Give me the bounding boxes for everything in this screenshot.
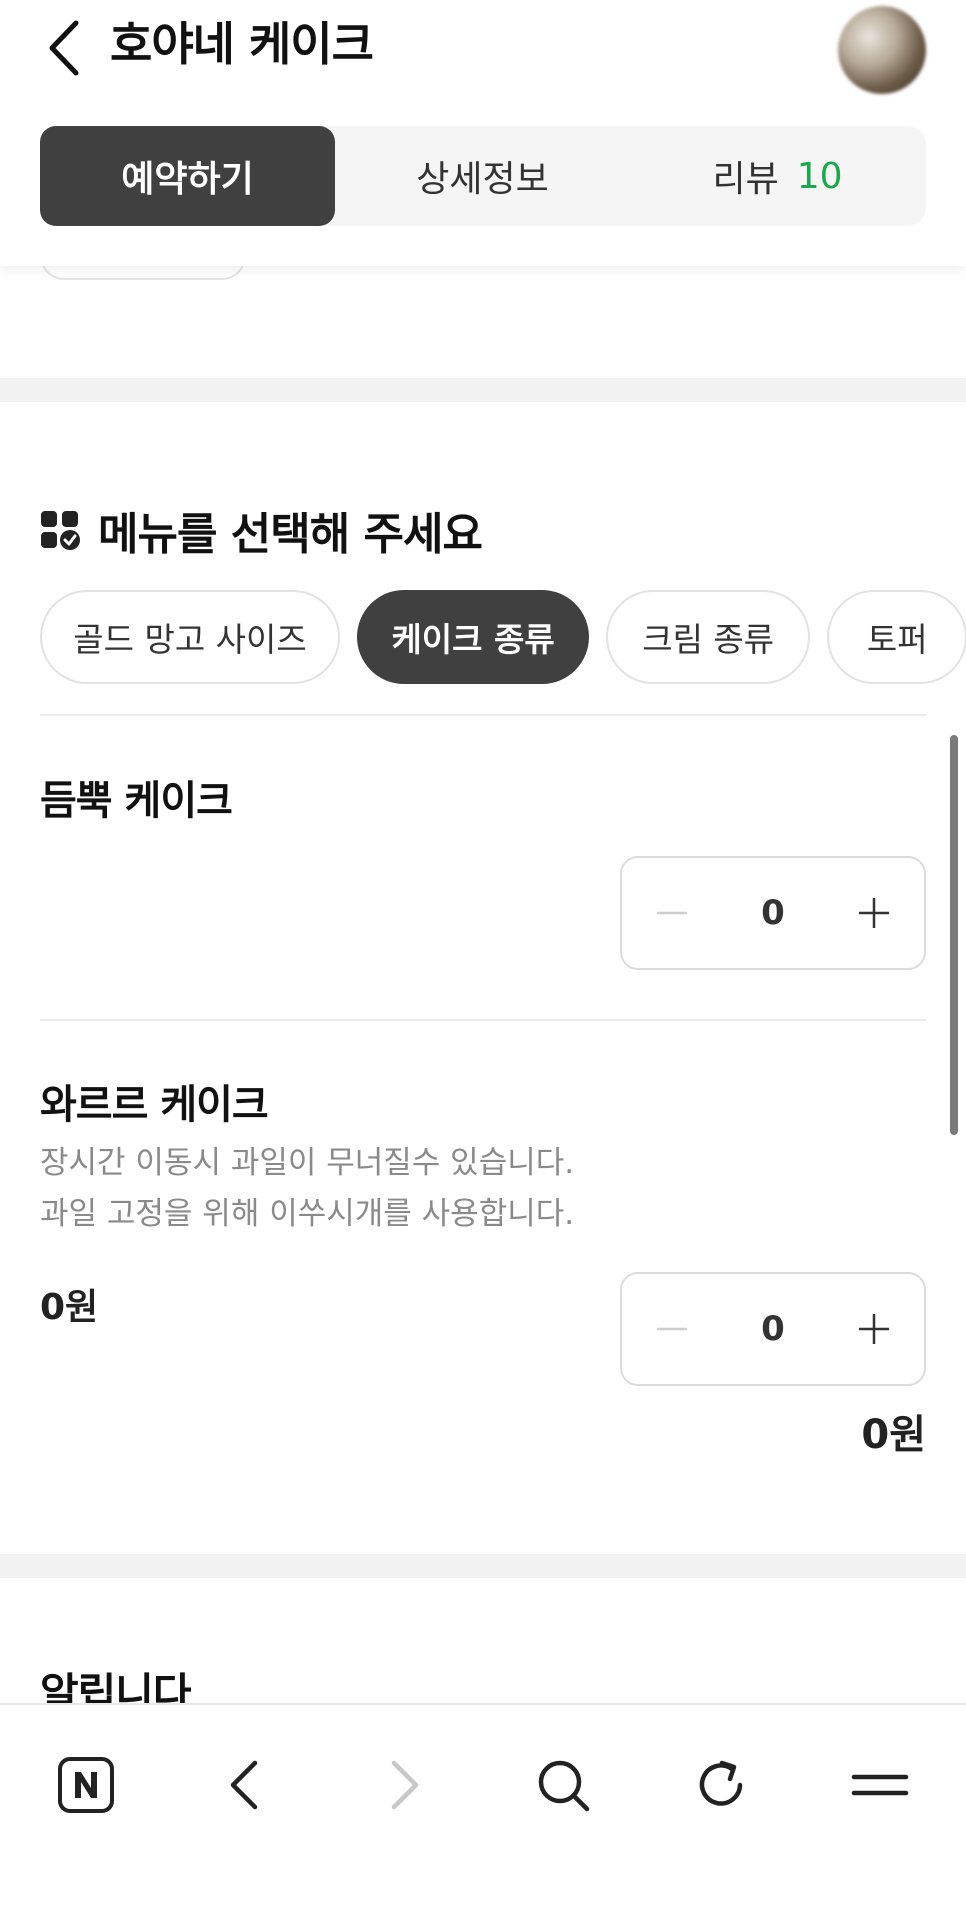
category-chips: 골드 망고 사이즈 케이크 종류 크림 종류 토퍼 [40,590,966,686]
shop-title: 호야네 케이크 [110,17,374,71]
hamburger-menu-icon [851,1774,909,1796]
increase-button[interactable] [824,858,924,968]
plus-icon [859,1314,889,1344]
shop-avatar[interactable] [838,6,926,94]
search-button[interactable] [513,1735,613,1835]
decrease-button[interactable] [622,858,722,968]
review-count: 10 [796,155,843,197]
item-total: 0원 [861,1412,926,1458]
decrease-button[interactable] [622,1274,722,1384]
quantity-stepper: 0 [620,856,926,970]
chevron-left-icon [49,20,79,76]
nav-back-button[interactable] [195,1735,295,1835]
tab-label: 상세정보 [416,159,549,200]
search-icon [538,1760,590,1812]
tab-details[interactable]: 상세정보 [335,126,630,226]
nav-forward-icon [391,1760,419,1810]
page: 호야네 케이크 예약하기 상세정보 리뷰 10 메뉴를 선택해 주세요 골드 망… [0,0,966,1908]
tab-label: 예약하기 [121,159,254,200]
menu-grid-check-icon [41,511,80,550]
scrollbar[interactable] [950,735,958,1135]
tab-reservation[interactable]: 예약하기 [40,126,335,226]
menu-section-title-text: 메뉴를 선택해 주세요 [98,509,483,560]
list-divider [40,1019,926,1021]
quantity-value: 0 [761,893,785,933]
naver-home-button[interactable] [36,1735,136,1835]
chip-gold-mango-size[interactable]: 골드 망고 사이즈 [40,590,340,684]
item-description: 과일 고정을 위해 이쑤시개를 사용합니다. [40,1196,575,1232]
chip-label: 토퍼 [866,620,928,659]
item-price: 0원 [40,1287,99,1328]
browser-bottom-nav [0,1703,966,1908]
top-bar: 호야네 케이크 [0,0,966,100]
chip-cake-type[interactable]: 케이크 종류 [357,590,590,684]
item-name: 듬뿍 케이크 [40,778,233,824]
hamburger-menu-button[interactable] [830,1735,930,1835]
list-divider [40,714,926,716]
tab-bar: 예약하기 상세정보 리뷰 10 [0,100,966,266]
minus-icon [657,1327,687,1331]
item-description: 장시간 이동시 과일이 무너질수 있습니다. [40,1145,575,1181]
quantity-value: 0 [761,1309,785,1349]
quantity-stepper: 0 [620,1272,926,1386]
minus-icon [657,911,687,915]
plus-icon [859,898,889,928]
tab-label: 리뷰 [712,159,779,200]
chip-cream-type[interactable]: 크림 종류 [606,590,811,684]
refresh-icon [699,1760,743,1806]
menu-section-title: 메뉴를 선택해 주세요 [40,498,483,562]
chip-label: 케이크 종류 [391,620,555,659]
chip-label: 골드 망고 사이즈 [73,620,307,659]
tabs: 예약하기 상세정보 리뷰 10 [40,126,926,226]
item-name: 와르르 케이크 [40,1082,269,1128]
nav-forward-button[interactable] [354,1735,454,1835]
nav-back-icon [230,1760,258,1810]
section-divider [0,378,966,402]
refresh-button[interactable] [672,1735,772,1835]
back-button[interactable] [34,10,94,86]
chip-topper[interactable]: 토퍼 [827,590,966,684]
increase-button[interactable] [824,1274,924,1384]
chip-label: 크림 종류 [642,620,775,659]
tab-reviews[interactable]: 리뷰 10 [630,126,925,226]
section-divider [0,1554,966,1578]
naver-home-icon [58,1757,114,1813]
